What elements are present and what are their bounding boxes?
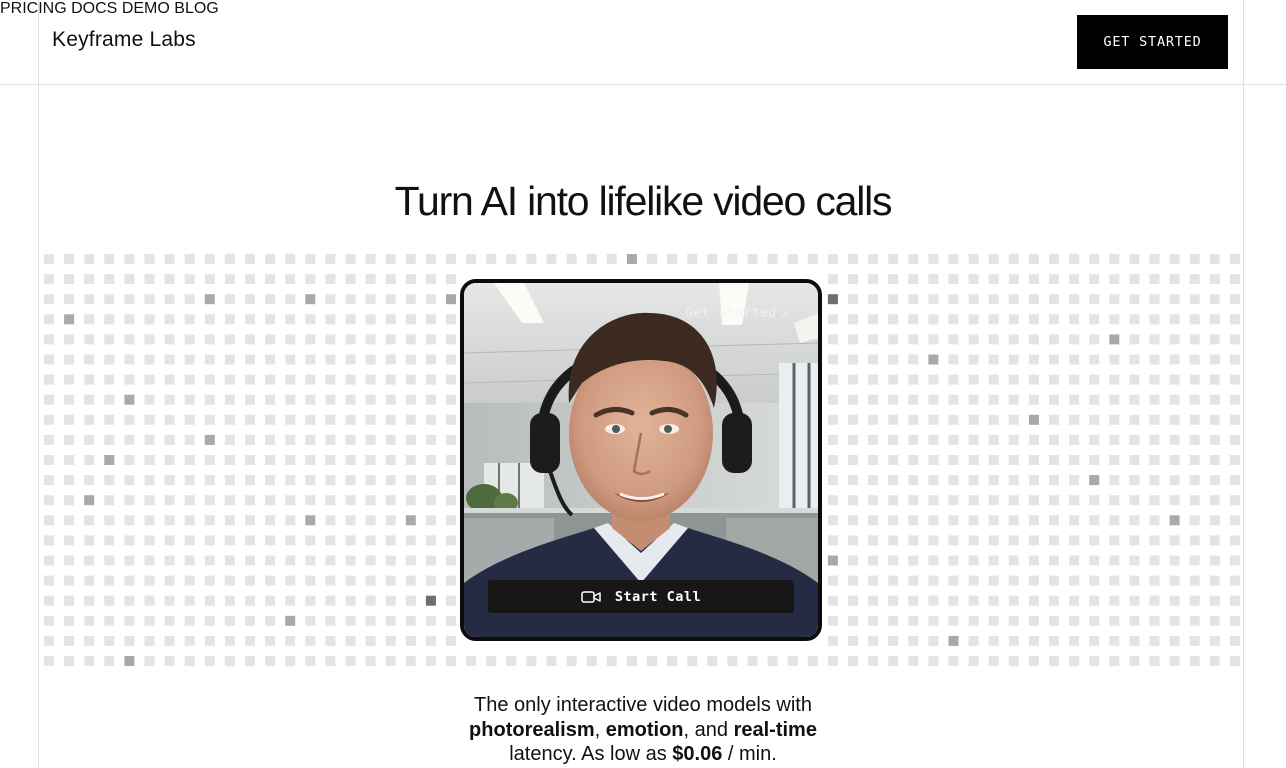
subtext-separator: , and	[683, 718, 734, 741]
feature-photorealism: photorealism	[469, 718, 595, 741]
left-guide-line	[38, 0, 39, 768]
hero-headline: Turn AI into lifelike video calls	[394, 178, 893, 224]
subtext-separator: ,	[594, 718, 606, 741]
hero-subtext: The only interactive video models with p…	[0, 693, 1286, 767]
arrow-up-right-icon: ↗	[780, 306, 789, 321]
subtext-line-1: The only interactive video models with	[474, 694, 812, 716]
video-camera-icon	[581, 590, 601, 603]
right-guide-line	[1243, 0, 1244, 768]
price-unit: / min.	[722, 743, 777, 765]
nav-blog[interactable]: BLOG	[174, 0, 218, 17]
subtext-line-2: photorealism, emotion, and real-time	[0, 718, 1286, 743]
nav-demo[interactable]: DEMO	[122, 0, 170, 17]
brand-logo[interactable]: Keyframe Labs	[52, 28, 196, 52]
start-call-label: Start Call	[614, 588, 702, 605]
nav-docs[interactable]: DOCS	[71, 0, 117, 17]
get-started-button[interactable]: GET STARTED	[1077, 15, 1228, 69]
nav-pricing[interactable]: PRICING	[0, 0, 67, 17]
video-get-started-link[interactable]: Get started ↗	[685, 306, 789, 321]
feature-emotion: emotion	[605, 718, 684, 741]
header-divider	[0, 84, 1286, 85]
feature-real-time: real-time	[733, 718, 817, 741]
price-value: $0.06	[672, 743, 723, 765]
video-preview-card[interactable]: Get started ↗ Start Call	[460, 279, 822, 641]
subtext-latency: latency. As low as	[509, 743, 673, 765]
subtext-line-3: latency. As low as $0.06 / min.	[0, 742, 1286, 767]
start-call-button[interactable]: Start Call	[488, 580, 794, 613]
video-get-started-label: Get started	[685, 306, 777, 321]
